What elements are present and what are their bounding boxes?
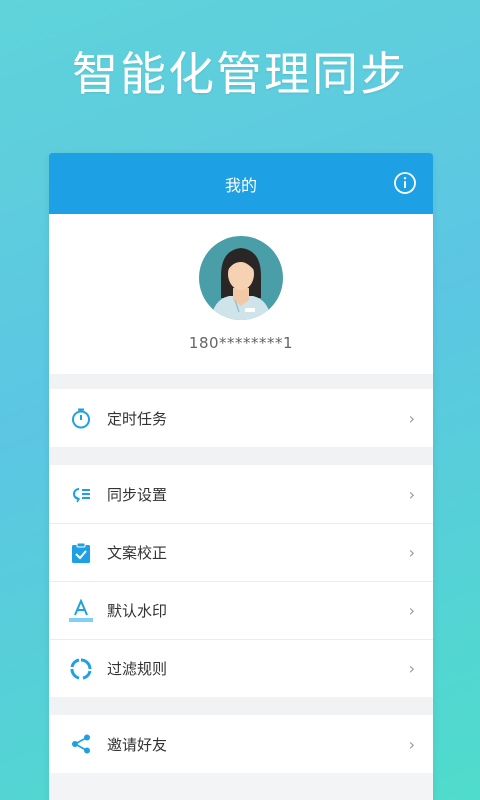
page-title: 我的 bbox=[224, 175, 257, 195]
chevron-right-icon: › bbox=[408, 408, 415, 428]
menu-item-filter-rules[interactable]: 过滤规则 › bbox=[49, 639, 433, 697]
sync-settings-icon bbox=[69, 482, 93, 506]
chevron-right-icon: › bbox=[408, 659, 415, 678]
menu-item-label: 默认水印 bbox=[107, 602, 168, 620]
filter-rule-icon bbox=[69, 657, 93, 681]
menu-item-label: 过滤规则 bbox=[107, 660, 168, 678]
share-icon bbox=[69, 732, 93, 756]
menu-item-default-watermark[interactable]: 默认水印 › bbox=[49, 581, 433, 639]
profile-section: 180********1 bbox=[49, 214, 433, 374]
watermark-icon bbox=[69, 598, 93, 623]
divider bbox=[49, 697, 433, 715]
chevron-right-icon: › bbox=[408, 601, 415, 620]
clipboard-check-icon bbox=[69, 541, 93, 565]
menu-item-label: 文案校正 bbox=[107, 544, 168, 562]
menu-item-copy-correction[interactable]: 文案校正 › bbox=[49, 523, 433, 581]
chevron-right-icon: › bbox=[408, 484, 415, 504]
chevron-right-icon: › bbox=[408, 543, 415, 562]
menu-item-invite-friends[interactable]: 邀请好友 › bbox=[49, 715, 433, 773]
promo-headline: 智能化管理同步 bbox=[72, 47, 408, 101]
menu-item-timed-task[interactable]: 定时任务 › bbox=[49, 389, 433, 447]
chevron-right-icon: › bbox=[408, 734, 415, 754]
info-icon[interactable] bbox=[393, 171, 417, 195]
divider bbox=[49, 374, 433, 389]
menu-item-label: 定时任务 bbox=[107, 409, 168, 428]
divider bbox=[49, 447, 433, 465]
avatar[interactable] bbox=[199, 236, 283, 320]
menu-item-label: 同步设置 bbox=[107, 485, 168, 504]
menu-item-sync-settings[interactable]: 同步设置 › bbox=[49, 465, 433, 523]
phone-number: 180********1 bbox=[188, 334, 294, 352]
phone-screen: 我的 180********1 定时任务 › 同步设置 › 文案校正 › 默认水… bbox=[49, 153, 433, 800]
app-bar: 我的 bbox=[49, 153, 433, 214]
timer-icon bbox=[69, 406, 93, 430]
menu-item-label: 邀请好友 bbox=[107, 735, 168, 754]
